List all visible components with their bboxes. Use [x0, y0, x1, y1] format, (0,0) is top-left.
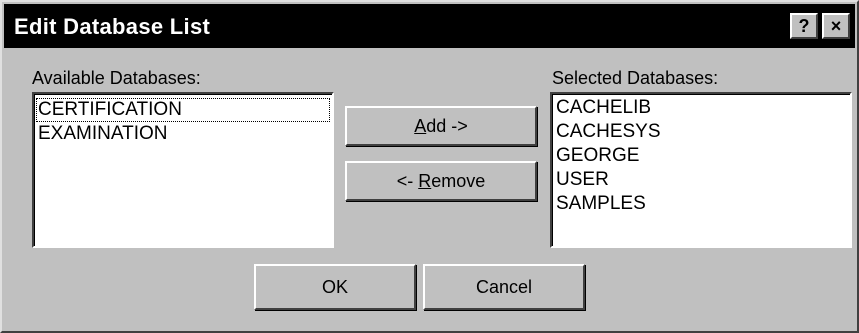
list-item-cachesys[interactable]: CACHESYS: [552, 120, 850, 144]
help-icon: ?: [798, 16, 810, 36]
list-item-certification[interactable]: CERTIFICATION: [36, 98, 330, 122]
add-label-rest: dd ->: [426, 116, 468, 136]
remove-mnemonic: R: [418, 171, 432, 191]
selected-databases-list[interactable]: CACHELIB CACHESYS GEORGE USER SAMPLES: [550, 92, 852, 248]
edit-database-list-dialog: Edit Database List ? × Available Databas…: [0, 0, 859, 333]
list-item-cachelib[interactable]: CACHELIB: [552, 96, 850, 120]
ok-button[interactable]: OK: [254, 264, 416, 310]
help-button[interactable]: ?: [790, 13, 818, 39]
remove-button[interactable]: <- Remove: [345, 161, 537, 201]
available-databases-label: Available Databases:: [32, 68, 201, 88]
list-item-user[interactable]: USER: [552, 168, 850, 192]
remove-label-rest: emove: [431, 171, 486, 191]
close-button[interactable]: ×: [822, 13, 850, 39]
list-item-samples[interactable]: SAMPLES: [552, 192, 850, 216]
list-item-examination[interactable]: EXAMINATION: [34, 122, 332, 146]
add-button[interactable]: Add ->: [345, 106, 537, 146]
available-databases-list[interactable]: CERTIFICATION EXAMINATION: [32, 92, 334, 248]
list-item-george[interactable]: GEORGE: [552, 144, 850, 168]
dialog-title: Edit Database List: [14, 14, 211, 39]
cancel-button[interactable]: Cancel: [423, 264, 585, 310]
close-icon: ×: [830, 16, 842, 36]
selected-databases-label: Selected Databases:: [552, 68, 719, 88]
add-mnemonic: A: [414, 116, 427, 136]
title-bar[interactable]: Edit Database List ? ×: [4, 4, 855, 48]
remove-label-prefix: <-: [396, 171, 419, 191]
